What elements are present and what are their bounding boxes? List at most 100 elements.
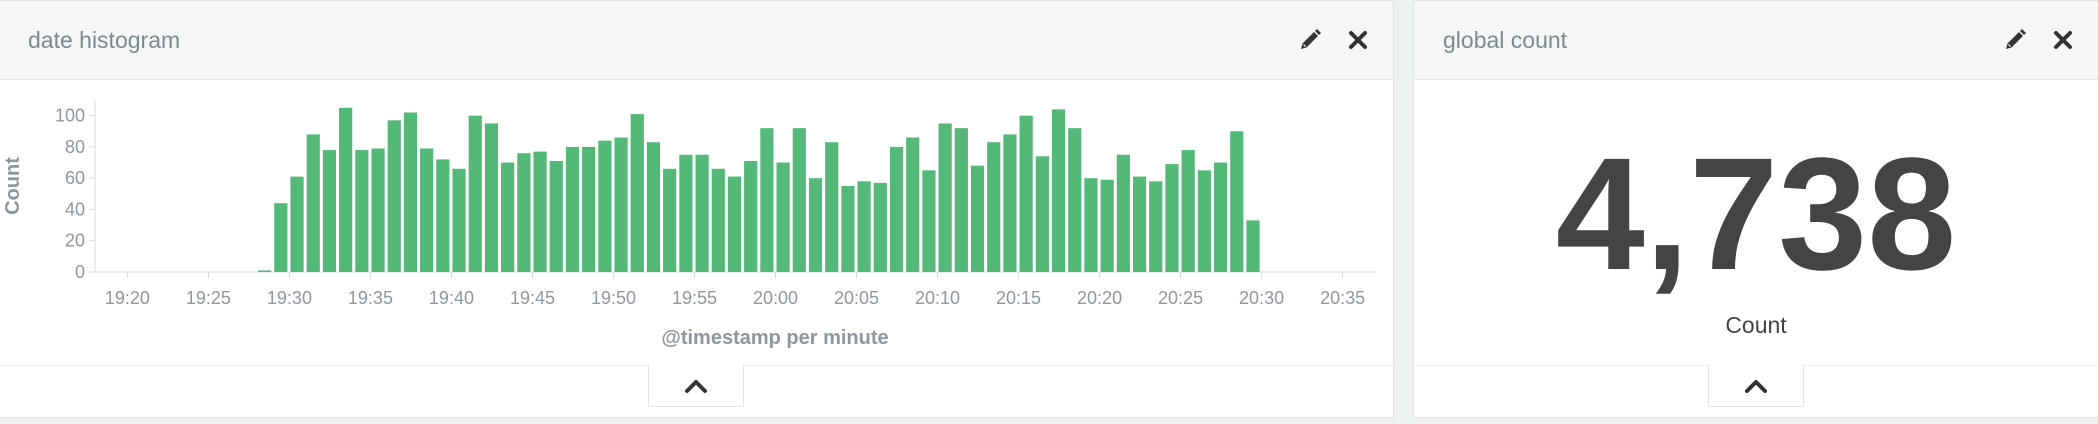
y-axis-title: Count (2, 157, 24, 215)
histogram-bar (1197, 170, 1211, 272)
histogram-bar (355, 150, 369, 272)
metric-value: 4,738 (1555, 124, 1957, 303)
histogram-bar (906, 137, 920, 272)
y-tick-label: 0 (75, 262, 85, 282)
metric-label: Count (1725, 312, 1787, 338)
x-axis-title: @timestamp per minute (661, 327, 888, 349)
x-tick-label: 19:30 (267, 288, 312, 308)
histogram-bar (711, 168, 725, 272)
histogram-bar (1230, 131, 1244, 272)
histogram-bar (565, 146, 580, 272)
histogram-bar (1068, 128, 1082, 272)
histogram-panel: date histogram 0 20 40 60 80 100 19:20 19:25 19:… (0, 0, 1394, 418)
count-panel-footer (1414, 365, 2098, 417)
count-panel: global count 4,738 Count (1413, 0, 2098, 418)
pencil-icon (1301, 29, 1321, 49)
histogram-bar (1213, 162, 1228, 272)
histogram-bar (549, 160, 563, 272)
histogram-bar (727, 176, 742, 272)
histogram-chart: 0 20 40 60 80 100 19:20 19:25 19:30 19:35 19:40 19:… (2, 100, 1375, 349)
histogram-bar (1003, 134, 1017, 272)
histogram-bar (452, 168, 466, 272)
x-tick-label: 19:55 (672, 288, 717, 308)
histogram-bar (776, 162, 790, 272)
histogram-bar (938, 123, 952, 272)
histogram-close-button[interactable] (1341, 23, 1375, 57)
histogram-bar (792, 128, 806, 272)
x-tick-label: 19:40 (429, 288, 474, 308)
x-tick-label: 20:25 (1158, 288, 1203, 308)
histogram-bar (646, 142, 661, 272)
y-tick-label: 100 (55, 106, 85, 126)
chevron-up-icon (685, 379, 707, 393)
histogram-bar (744, 160, 758, 272)
histogram-bar (954, 128, 968, 272)
histogram-bar (970, 165, 985, 272)
histogram-bar (614, 137, 628, 272)
x-tick-label: 19:20 (105, 288, 150, 308)
chevron-up-icon (1745, 379, 1767, 393)
histogram-bar (322, 150, 337, 272)
histogram-bar (371, 148, 385, 272)
x-tick-label: 20:35 (1320, 288, 1365, 308)
x-tick-label: 20:05 (834, 288, 879, 308)
histogram-bar (841, 186, 855, 272)
histogram-bar (598, 140, 612, 272)
histogram-panel-title: date histogram (28, 26, 181, 53)
histogram-bar (468, 115, 482, 272)
histogram-bar (1116, 154, 1130, 272)
y-tick-label: 40 (65, 199, 85, 219)
x-tick-label: 20:20 (1077, 288, 1122, 308)
x-tick-label: 20:00 (753, 288, 798, 308)
histogram-bar (889, 146, 904, 272)
x-tick-label: 19:35 (348, 288, 393, 308)
histogram-bar (1019, 115, 1033, 272)
histogram-bar (1246, 220, 1260, 272)
histogram-bar (403, 112, 418, 272)
histogram-bar (533, 151, 547, 272)
histogram-bar (1100, 179, 1114, 272)
histogram-bar (290, 176, 304, 272)
count-toggle-button[interactable] (1708, 365, 1804, 407)
histogram-bar (436, 159, 450, 272)
histogram-bar (1084, 178, 1098, 272)
count-panel-body: 4,738 Count (1414, 1, 2098, 417)
x-tick-label: 19:50 (591, 288, 636, 308)
histogram-bar (501, 162, 515, 272)
histogram-bar (387, 120, 401, 272)
histogram-bar (420, 148, 434, 272)
histogram-panel-footer (0, 365, 1393, 417)
histogram-bar (857, 181, 871, 272)
histogram-bar (306, 134, 320, 272)
x-tick-label: 20:15 (996, 288, 1041, 308)
histogram-edit-button[interactable] (1293, 23, 1327, 57)
y-tick-label: 20 (65, 231, 85, 251)
histogram-bar (808, 178, 823, 272)
histogram-bar (663, 168, 677, 272)
histogram-bar (1035, 156, 1049, 272)
y-tick-label: 60 (65, 168, 85, 188)
histogram-panel-header: date histogram (0, 1, 1393, 80)
histogram-bar (484, 123, 499, 272)
histogram-bar (339, 107, 353, 272)
y-tick-label: 80 (65, 137, 85, 157)
histogram-bar (695, 154, 709, 272)
x-tick-label: 20:10 (915, 288, 960, 308)
histogram-bar (517, 153, 531, 272)
histogram-bar (1051, 109, 1066, 272)
histogram-bar (922, 170, 936, 272)
histogram-bar (258, 270, 272, 272)
histogram-bar (1181, 150, 1195, 272)
histogram-bar (1165, 164, 1179, 272)
histogram-bar (760, 128, 774, 272)
histogram-panel-actions (1293, 23, 1393, 57)
histogram-bar (679, 154, 693, 272)
x-tick-label: 19:45 (510, 288, 555, 308)
histogram-bar (1132, 176, 1147, 272)
close-icon (1349, 31, 1367, 49)
histogram-bar (1149, 181, 1163, 272)
histogram-bar (825, 142, 839, 272)
histogram-panel-body: 0 20 40 60 80 100 19:20 19:25 19:30 19:35 19:40 19:… (0, 80, 1393, 417)
histogram-toggle-button[interactable] (648, 365, 744, 407)
histogram-bar (873, 182, 887, 272)
